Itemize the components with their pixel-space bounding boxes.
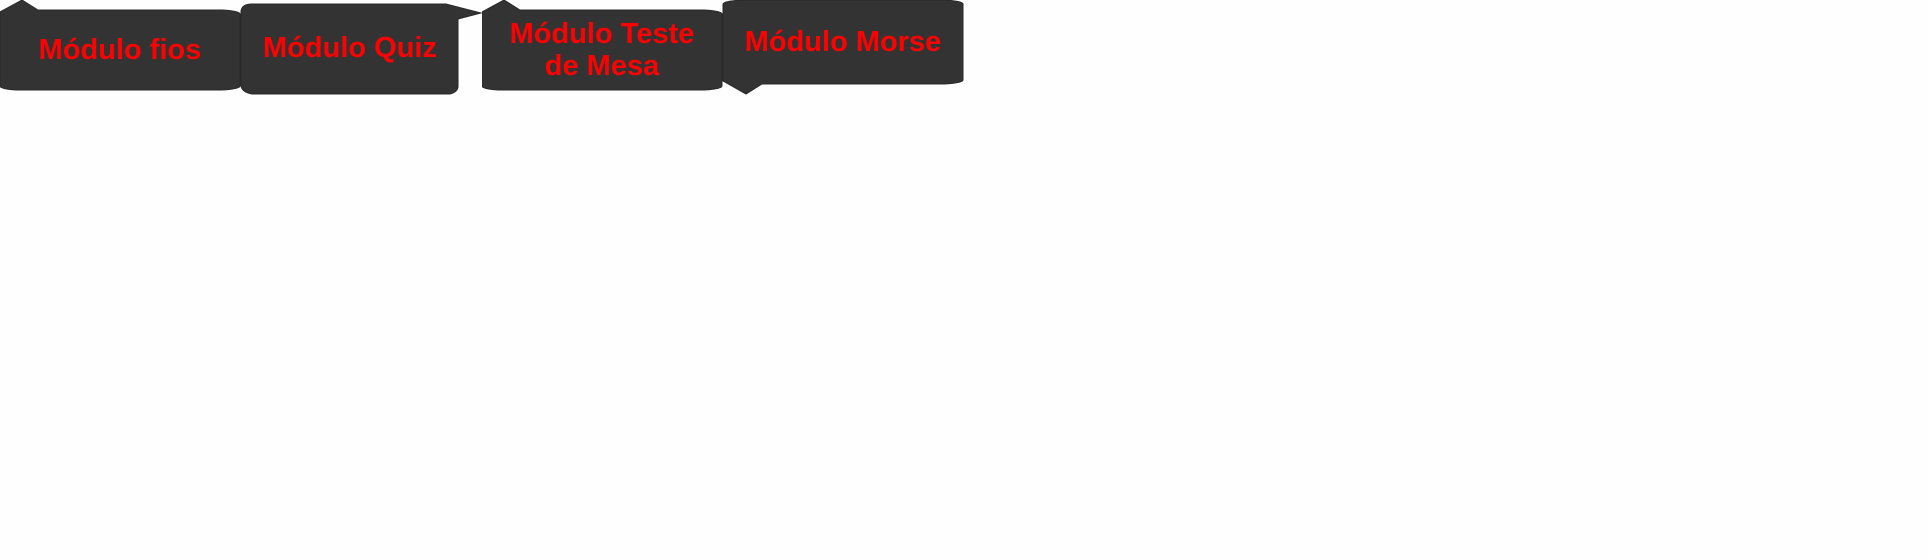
modulo-morse-label: Módulo Morse — [744, 26, 942, 58]
modulo-fios-button[interactable]: Módulo fios — [0, 0, 241, 92]
modulo-teste-de-mesa-button[interactable]: Módulo Teste de Mesa — [482, 0, 724, 92]
modulo-fios-label: Módulo fios — [38, 34, 202, 66]
modulo-teste-de-mesa-label: Módulo Teste de Mesa — [509, 18, 695, 82]
modulo-quiz-label: Módulo Quiz — [263, 32, 437, 64]
modulo-morse-button[interactable]: Módulo Morse — [722, 0, 965, 96]
modulo-quiz-button[interactable]: Módulo Quiz — [240, 0, 484, 96]
